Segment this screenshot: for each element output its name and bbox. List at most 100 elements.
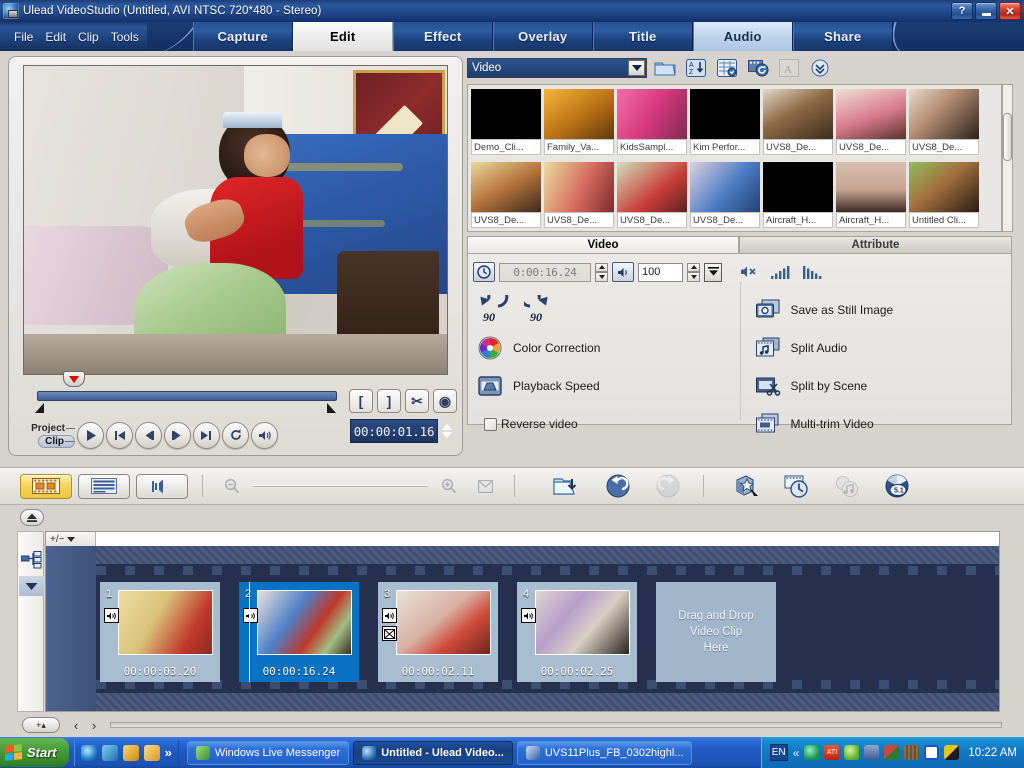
equalizer-icon[interactable]	[904, 745, 920, 760]
reverse-video-checkbox[interactable]: Reverse video	[476, 405, 740, 443]
network-disconnected-icon[interactable]	[864, 745, 880, 760]
step-tab-effect[interactable]: Effect	[392, 22, 493, 51]
library-category-select[interactable]: Video	[467, 58, 647, 78]
rotate-right-90-button[interactable]: 90	[519, 286, 558, 325]
library-item[interactable]: Aircraft_H...	[836, 162, 906, 232]
jog-track[interactable]	[37, 391, 337, 401]
display-icon[interactable]	[944, 745, 960, 760]
video-track-icon[interactable]	[20, 550, 42, 570]
library-scrollbar-thumb[interactable]	[1003, 113, 1012, 161]
reverse-video-checkbox-box[interactable]	[484, 417, 497, 431]
split-audio-button[interactable]: Split Audio	[754, 329, 1012, 367]
expand-library-icon[interactable]	[807, 57, 833, 79]
redo-icon[interactable]	[653, 472, 683, 500]
end-button[interactable]	[193, 421, 220, 449]
outlook-express-icon[interactable]	[101, 744, 118, 761]
play-button[interactable]	[77, 421, 104, 449]
minimize-button[interactable]	[975, 2, 997, 20]
step-tab-edit[interactable]: Edit	[292, 22, 393, 51]
split-by-scene-button[interactable]: Split by Scene	[754, 367, 1012, 405]
duration-clock-icon[interactable]	[473, 262, 495, 282]
trim-handle-end[interactable]	[327, 403, 336, 413]
library-item[interactable]: Kim Perfor...	[690, 89, 760, 159]
fade-out-icon[interactable]	[798, 259, 826, 285]
library-item[interactable]: UVS8_De...	[836, 89, 906, 159]
library-item[interactable]: UVS8_De...	[544, 162, 614, 232]
step-tab-share[interactable]: Share	[792, 22, 893, 51]
step-tab-title[interactable]: Title	[592, 22, 693, 51]
storyboard-track[interactable]: +/− 1 00:00:03.20 00:00:16.24 3 00:00:02…	[45, 531, 1000, 712]
library-item[interactable]: Aircraft_H...	[763, 162, 833, 232]
library-item[interactable]: Family_Va...	[544, 89, 614, 159]
clip-volume-stepper[interactable]	[687, 262, 700, 282]
step-tab-capture[interactable]: Capture	[192, 22, 293, 51]
library-options-icon[interactable]	[714, 57, 740, 79]
batch-convert-icon[interactable]	[782, 472, 812, 500]
save-as-still-image-button[interactable]: Save as Still Image	[754, 291, 1012, 329]
undo-icon[interactable]	[603, 472, 633, 500]
duration-stepper[interactable]	[595, 262, 608, 282]
load-video-icon[interactable]	[652, 57, 678, 79]
storyboard-clip[interactable]: 4 00:00:02.25	[517, 582, 637, 682]
preview-mode-clip[interactable]: Clip	[38, 434, 75, 448]
media-player-icon[interactable]	[122, 744, 139, 761]
sort-alphabetically-icon[interactable]: AZ	[683, 57, 709, 79]
playback-speed-button[interactable]: Playback Speed	[476, 367, 740, 405]
color-correction-button[interactable]: Color Correction	[476, 329, 740, 367]
menu-file[interactable]: File	[14, 30, 33, 44]
library-item[interactable]: UVS8_De...	[471, 162, 541, 232]
timecode-stepper[interactable]	[440, 419, 454, 443]
mark-in-button[interactable]: [	[349, 389, 373, 413]
clip-volume-icon[interactable]	[612, 262, 634, 282]
safety-icon[interactable]	[844, 745, 860, 760]
auto-music-icon[interactable]	[832, 472, 862, 500]
ati-catalyst-icon[interactable]: ATI	[824, 745, 840, 760]
library-item[interactable]: Demo_Cli...	[471, 89, 541, 159]
insert-media-files-icon[interactable]	[551, 472, 581, 500]
preview-screen[interactable]	[23, 65, 448, 375]
tray-expand-chevron-icon[interactable]: «	[793, 746, 800, 760]
menu-edit[interactable]: Edit	[45, 30, 66, 44]
surround-sound-5-1-icon[interactable]: 5.1	[882, 472, 912, 500]
close-button[interactable]: ✕	[999, 2, 1021, 20]
timeline-view-button[interactable]	[78, 473, 130, 499]
cut-clip-button[interactable]: ✂	[405, 389, 429, 413]
library-item[interactable]: UVS8_De...	[690, 162, 760, 232]
tab-attribute[interactable]: Attribute	[739, 236, 1012, 253]
enlarge-preview-button[interactable]: ◉	[433, 389, 457, 413]
tab-video[interactable]: Video	[467, 236, 739, 253]
start-button[interactable]: Start	[0, 738, 69, 767]
scroll-left-button[interactable]: ‹	[68, 717, 84, 733]
library-item[interactable]: UVS8_De...	[909, 89, 979, 159]
storyboard-view-button[interactable]	[20, 473, 72, 499]
storyboard-clip[interactable]: 2 00:00:16.24	[239, 582, 359, 682]
taskbar-clock[interactable]: 10:22 AM	[968, 747, 1017, 759]
trim-handle-start[interactable]	[35, 403, 44, 413]
storyboard-clip[interactable]: 1 00:00:03.20	[100, 582, 220, 682]
home-button[interactable]	[106, 421, 133, 449]
scroll-right-button[interactable]: ›	[86, 717, 102, 733]
repeat-button[interactable]	[222, 421, 249, 449]
show-desktop-folder-icon[interactable]	[143, 744, 160, 761]
rotate-left-90-button[interactable]: 90	[476, 286, 510, 325]
internet-explorer-icon[interactable]	[80, 744, 97, 761]
duration-field[interactable]: 0:00:16.24	[499, 262, 591, 282]
add-text-icon[interactable]: A	[776, 57, 802, 79]
filmstrip[interactable]: 1 00:00:03.20 2	[96, 546, 999, 711]
chevron-down-icon[interactable]	[628, 60, 645, 76]
library-item[interactable]: Untitled Cli...	[909, 162, 979, 232]
storyboard-clip[interactable]: 3 00:00:02.11	[378, 582, 498, 682]
library-item[interactable]: UVS8_De...	[617, 162, 687, 232]
mail-icon[interactable]	[924, 745, 940, 760]
next-frame-button[interactable]	[164, 421, 191, 449]
drag-drop-placeholder[interactable]: Drag and Drop Video Clip Here	[656, 582, 776, 682]
zoom-out-icon[interactable]	[217, 472, 247, 500]
playhead-marker[interactable]	[63, 371, 85, 387]
step-tab-overlay[interactable]: Overlay	[492, 22, 593, 51]
audio-view-button[interactable]	[136, 473, 188, 499]
help-button[interactable]: ?	[951, 2, 973, 20]
previous-frame-button[interactable]	[135, 421, 162, 449]
chevron-down-icon[interactable]	[67, 536, 76, 542]
volume-dropdown-button[interactable]	[704, 262, 722, 282]
mark-out-button[interactable]: ]	[377, 389, 401, 413]
